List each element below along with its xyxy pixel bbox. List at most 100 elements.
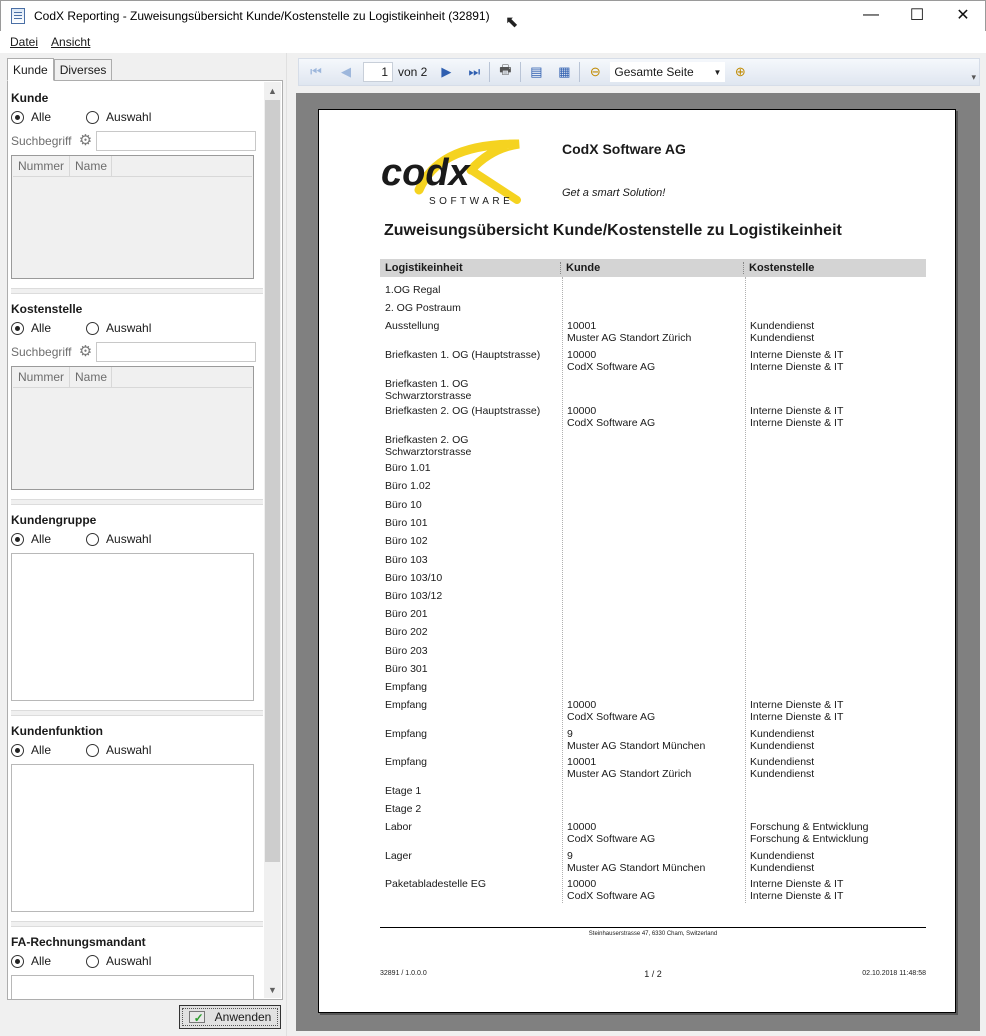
tab-kunde[interactable]: Kunde [7,58,54,81]
row-unit: Briefkasten 1. OG (Hauptstrasse) [385,349,541,361]
filter-scrollbar[interactable]: ▲ ▼ [264,82,281,998]
customer-grid[interactable]: Nummer Name [11,155,254,279]
customer-function-radio-all[interactable] [11,743,24,757]
row-cost-center: Forschung & Entwicklung Forschung & Entw… [750,821,869,845]
cost-center-search-input[interactable] [95,342,256,362]
row-cost-center: Kundendienst Kundendienst [750,756,815,780]
row-customer: 9 Muster AG Standort München [567,850,706,874]
column-header-unit: Logistikeinheit [380,262,561,274]
footer-rule [380,927,926,928]
prev-page-icon[interactable]: ◀ [335,61,357,83]
row-unit: Empfang [385,728,428,740]
customer-function-radio-group: Alle Auswahl [11,743,151,757]
apply-button[interactable]: Anwenden [179,1005,281,1029]
customer-col-number[interactable]: Nummer [13,156,71,176]
cost-center-radio-select-label: Auswahl [106,321,152,335]
cost-center-grid-header: Nummer Name [13,367,252,388]
first-page-icon[interactable]: ⏮ [305,61,327,83]
toolbar-overflow-icon[interactable]: ▾ [971,72,976,83]
report-viewer[interactable]: codx SOFTWARE CodX Software AG Get a sma… [296,93,980,1031]
customer-group-list[interactable] [11,553,254,701]
row-cost-center: Kundendienst Kundendienst [750,320,815,344]
scroll-down-icon[interactable]: ▼ [264,981,281,998]
customer-group-radio-all[interactable] [11,532,24,546]
customer-grid-header: Nummer Name [13,156,252,177]
row-unit: Empfang [385,681,428,693]
last-page-icon[interactable]: ⏭ [463,61,485,83]
row-unit: Büro 1.01 [385,462,431,474]
cost-center-radio-select[interactable] [86,321,100,335]
row-cost-center: Interne Dienste & IT Interne Dienste & I… [750,878,844,902]
cost-center-radio-all[interactable] [11,321,24,335]
customer-group-radio-group: Alle Auswahl [11,532,151,546]
column-header-customer: Kunde [561,262,744,274]
section-title-customer-group: Kundengruppe [11,513,97,527]
title-bar: CodX Reporting - Zuweisungsübersicht Kun… [0,0,986,31]
column-divider [562,277,563,903]
section-title-customer: Kunde [11,91,49,105]
row-unit: Briefkasten 2. OG Schwarztorstrasse [385,434,472,458]
customer-group-radio-select-label: Auswahl [106,532,152,546]
row-unit: Büro 202 [385,626,428,638]
cost-center-grid[interactable]: Nummer Name [11,366,254,490]
maximize-button[interactable]: ☐ [894,0,940,30]
billing-client-radio-group: Alle Auswahl [11,954,151,968]
billing-client-radio-all-label: Alle [31,954,52,968]
row-unit: Büro 10 [385,499,422,511]
menu-file[interactable]: Datei [10,35,38,49]
customer-radio-select[interactable] [86,110,100,124]
chevron-down-icon: ▼ [713,67,722,77]
billing-client-radio-select[interactable] [86,954,100,968]
page-setup-icon[interactable]: ▦ [553,61,575,83]
customer-col-name[interactable]: Name [70,156,113,176]
customer-search-input[interactable] [95,131,256,151]
row-unit: Büro 301 [385,663,428,675]
row-unit: Büro 103/12 [385,590,443,602]
column-header-cost-center: Kostenstelle [749,262,815,274]
preview-toolbar: ⏮ ◀ 1 von 2 ▶ ⏭ 🖶 ▤ ▦ ⊖ Gesamte Seite ▼ … [298,58,980,86]
row-unit: Büro 1.02 [385,480,431,492]
customer-radio-select-label: Auswahl [106,110,152,124]
zoom-out-icon[interactable]: ⊖ [584,61,606,83]
cost-center-radio-all-label: Alle [31,321,52,335]
row-customer: 9 Muster AG Standort München [567,728,706,752]
customer-radio-all[interactable] [11,110,24,124]
cost-center-col-name[interactable]: Name [70,367,113,387]
customer-function-radio-select[interactable] [86,743,100,757]
customer-function-radio-all-label: Alle [31,743,52,757]
row-customer: 10000 CodX Software AG [567,878,656,902]
billing-client-radio-select-label: Auswahl [106,954,152,968]
customer-group-radio-select[interactable] [86,532,100,546]
scrollbar-thumb[interactable] [265,100,280,862]
window-title: CodX Reporting - Zuweisungsübersicht Kun… [34,9,490,23]
next-page-icon[interactable]: ▶ [435,61,457,83]
menu-bar: Datei Ansicht [0,31,986,53]
cost-center-col-number[interactable]: Nummer [13,367,71,387]
export-icon[interactable]: ▤ [525,61,547,83]
scroll-up-icon[interactable]: ▲ [264,82,281,99]
row-unit: Büro 103/10 [385,572,443,584]
menu-view[interactable]: Ansicht [51,35,90,49]
customer-radio-all-label: Alle [31,110,52,124]
close-button[interactable]: ✕ [940,0,986,30]
zoom-in-icon[interactable]: ⊕ [729,61,751,83]
billing-client-radio-all[interactable] [11,954,24,968]
billing-client-list[interactable] [11,975,254,999]
minimize-button[interactable]: — [848,0,894,30]
print-icon[interactable]: 🖶 [494,61,516,83]
row-unit: Ausstellung [385,320,440,332]
footer-timestamp: 02.10.2018 11:48:58 [862,970,926,977]
tab-diverses[interactable]: Diverses [53,59,113,81]
page-number-input[interactable]: 1 [363,62,393,82]
row-unit: Büro 201 [385,608,428,620]
page-count-label: von 2 [398,65,428,79]
zoom-select-value: Gesamte Seite [614,65,694,79]
gear-icon[interactable]: ⚙ [78,344,94,360]
row-unit: 2. OG Postraum [385,302,461,314]
customer-function-list[interactable] [11,764,254,912]
zoom-select[interactable]: Gesamte Seite ▼ [610,62,726,82]
panel-splitter[interactable] [286,53,292,1036]
gear-icon[interactable]: ⚙ [78,133,94,149]
row-unit: 1.OG Regal [385,284,441,296]
toolbar-separator [520,62,522,82]
